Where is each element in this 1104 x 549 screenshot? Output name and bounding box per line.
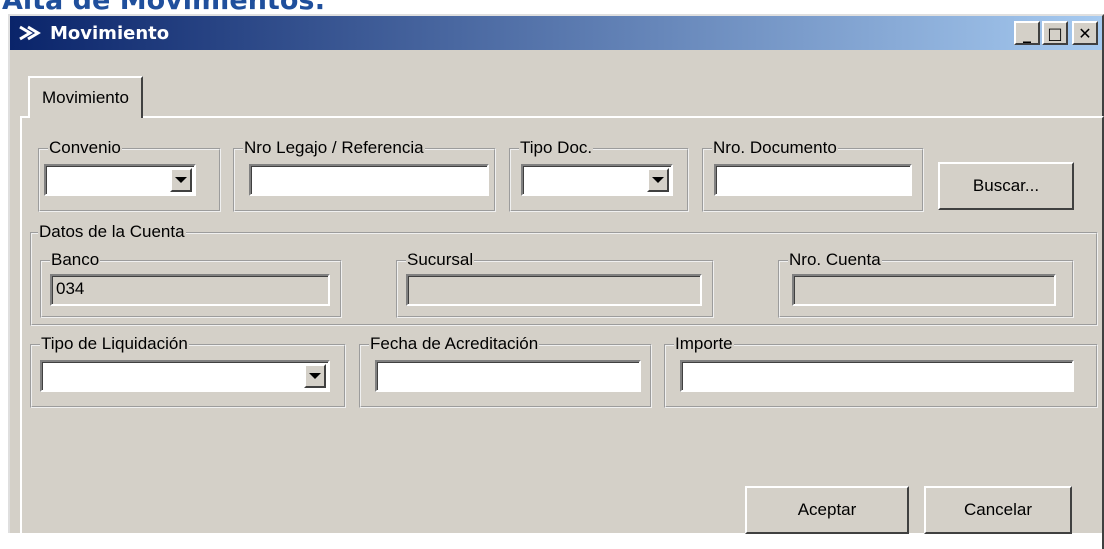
banco-field: 034 [50, 274, 330, 306]
close-icon: ✕ [1078, 23, 1092, 43]
buscar-button[interactable]: Buscar... [938, 162, 1074, 210]
fecha-acreditacion-input[interactable] [375, 360, 641, 392]
arrow-icon [18, 21, 42, 45]
importe-group: Importe [664, 334, 1098, 408]
nro-documento-group: Nro. Documento [702, 138, 924, 212]
nro-cuenta-label: Nro. Cuenta [788, 250, 882, 270]
nro-cuenta-group: Nro. Cuenta [778, 250, 1074, 318]
minimize-button[interactable]: _ [1014, 21, 1040, 45]
chevron-down-icon [309, 373, 321, 379]
convenio-select[interactable] [44, 164, 196, 196]
close-button[interactable]: ✕ [1072, 21, 1098, 45]
tab-movimiento[interactable]: Movimiento [28, 76, 143, 118]
convenio-label: Convenio [48, 138, 122, 158]
datos-cuenta-group: Datos de la Cuenta Banco 034 Sucursal Nr… [30, 222, 1098, 326]
nro-cuenta-field [792, 274, 1056, 306]
banco-value: 034 [56, 279, 85, 298]
importe-label: Importe [674, 334, 734, 354]
cancelar-button[interactable]: Cancelar [924, 486, 1072, 534]
tipo-doc-group: Tipo Doc. [509, 138, 689, 212]
fecha-acreditacion-group: Fecha de Acreditación [359, 334, 652, 408]
chevron-down-icon [652, 177, 664, 183]
window-title: Movimiento [50, 22, 170, 44]
tipo-liquidacion-select[interactable] [40, 360, 330, 392]
tipo-doc-select[interactable] [521, 164, 673, 196]
aceptar-label: Aceptar [797, 500, 857, 519]
window-controls: _ □ ✕ [1014, 21, 1098, 45]
buscar-label: Buscar... [972, 176, 1040, 195]
importe-input[interactable] [680, 360, 1074, 392]
nro-documento-label: Nro. Documento [712, 138, 838, 158]
convenio-group: Convenio [38, 138, 221, 212]
tab-label: Movimiento [42, 88, 129, 107]
cancelar-label: Cancelar [963, 500, 1033, 519]
movimiento-window: Movimiento _ □ ✕ Movimiento Convenio Nro [8, 14, 1104, 549]
nro-documento-input[interactable] [714, 164, 912, 196]
banco-label: Banco [50, 250, 101, 270]
tipo-liquidacion-label: Tipo de Liquidación [40, 334, 189, 354]
legajo-group: Nro Legajo / Referencia [233, 138, 496, 212]
legajo-label: Nro Legajo / Referencia [243, 138, 425, 158]
banco-group: Banco 034 [40, 250, 342, 318]
chevron-down-icon [175, 177, 187, 183]
sucursal-label: Sucursal [406, 250, 475, 270]
sucursal-field [406, 274, 702, 306]
convenio-dropdown-button[interactable] [170, 168, 192, 192]
titlebar[interactable]: Movimiento _ □ ✕ [10, 16, 1102, 50]
aceptar-button[interactable]: Aceptar [745, 486, 909, 534]
fecha-acreditacion-label: Fecha de Acreditación [369, 334, 540, 354]
tipo-liquidacion-dropdown-button[interactable] [304, 364, 326, 388]
tipo-doc-dropdown-button[interactable] [647, 168, 669, 192]
tipo-liquidacion-group: Tipo de Liquidación [30, 334, 346, 408]
tab-panel: Convenio Nro Legajo / Referencia Tipo Do… [20, 116, 1104, 549]
datos-cuenta-label: Datos de la Cuenta [38, 222, 186, 242]
maximize-button[interactable]: □ [1042, 21, 1068, 45]
minimize-icon: _ [1023, 23, 1031, 43]
tipo-doc-label: Tipo Doc. [519, 138, 594, 158]
maximize-icon: □ [1047, 23, 1063, 43]
sucursal-group: Sucursal [396, 250, 714, 318]
legajo-input[interactable] [249, 164, 489, 196]
